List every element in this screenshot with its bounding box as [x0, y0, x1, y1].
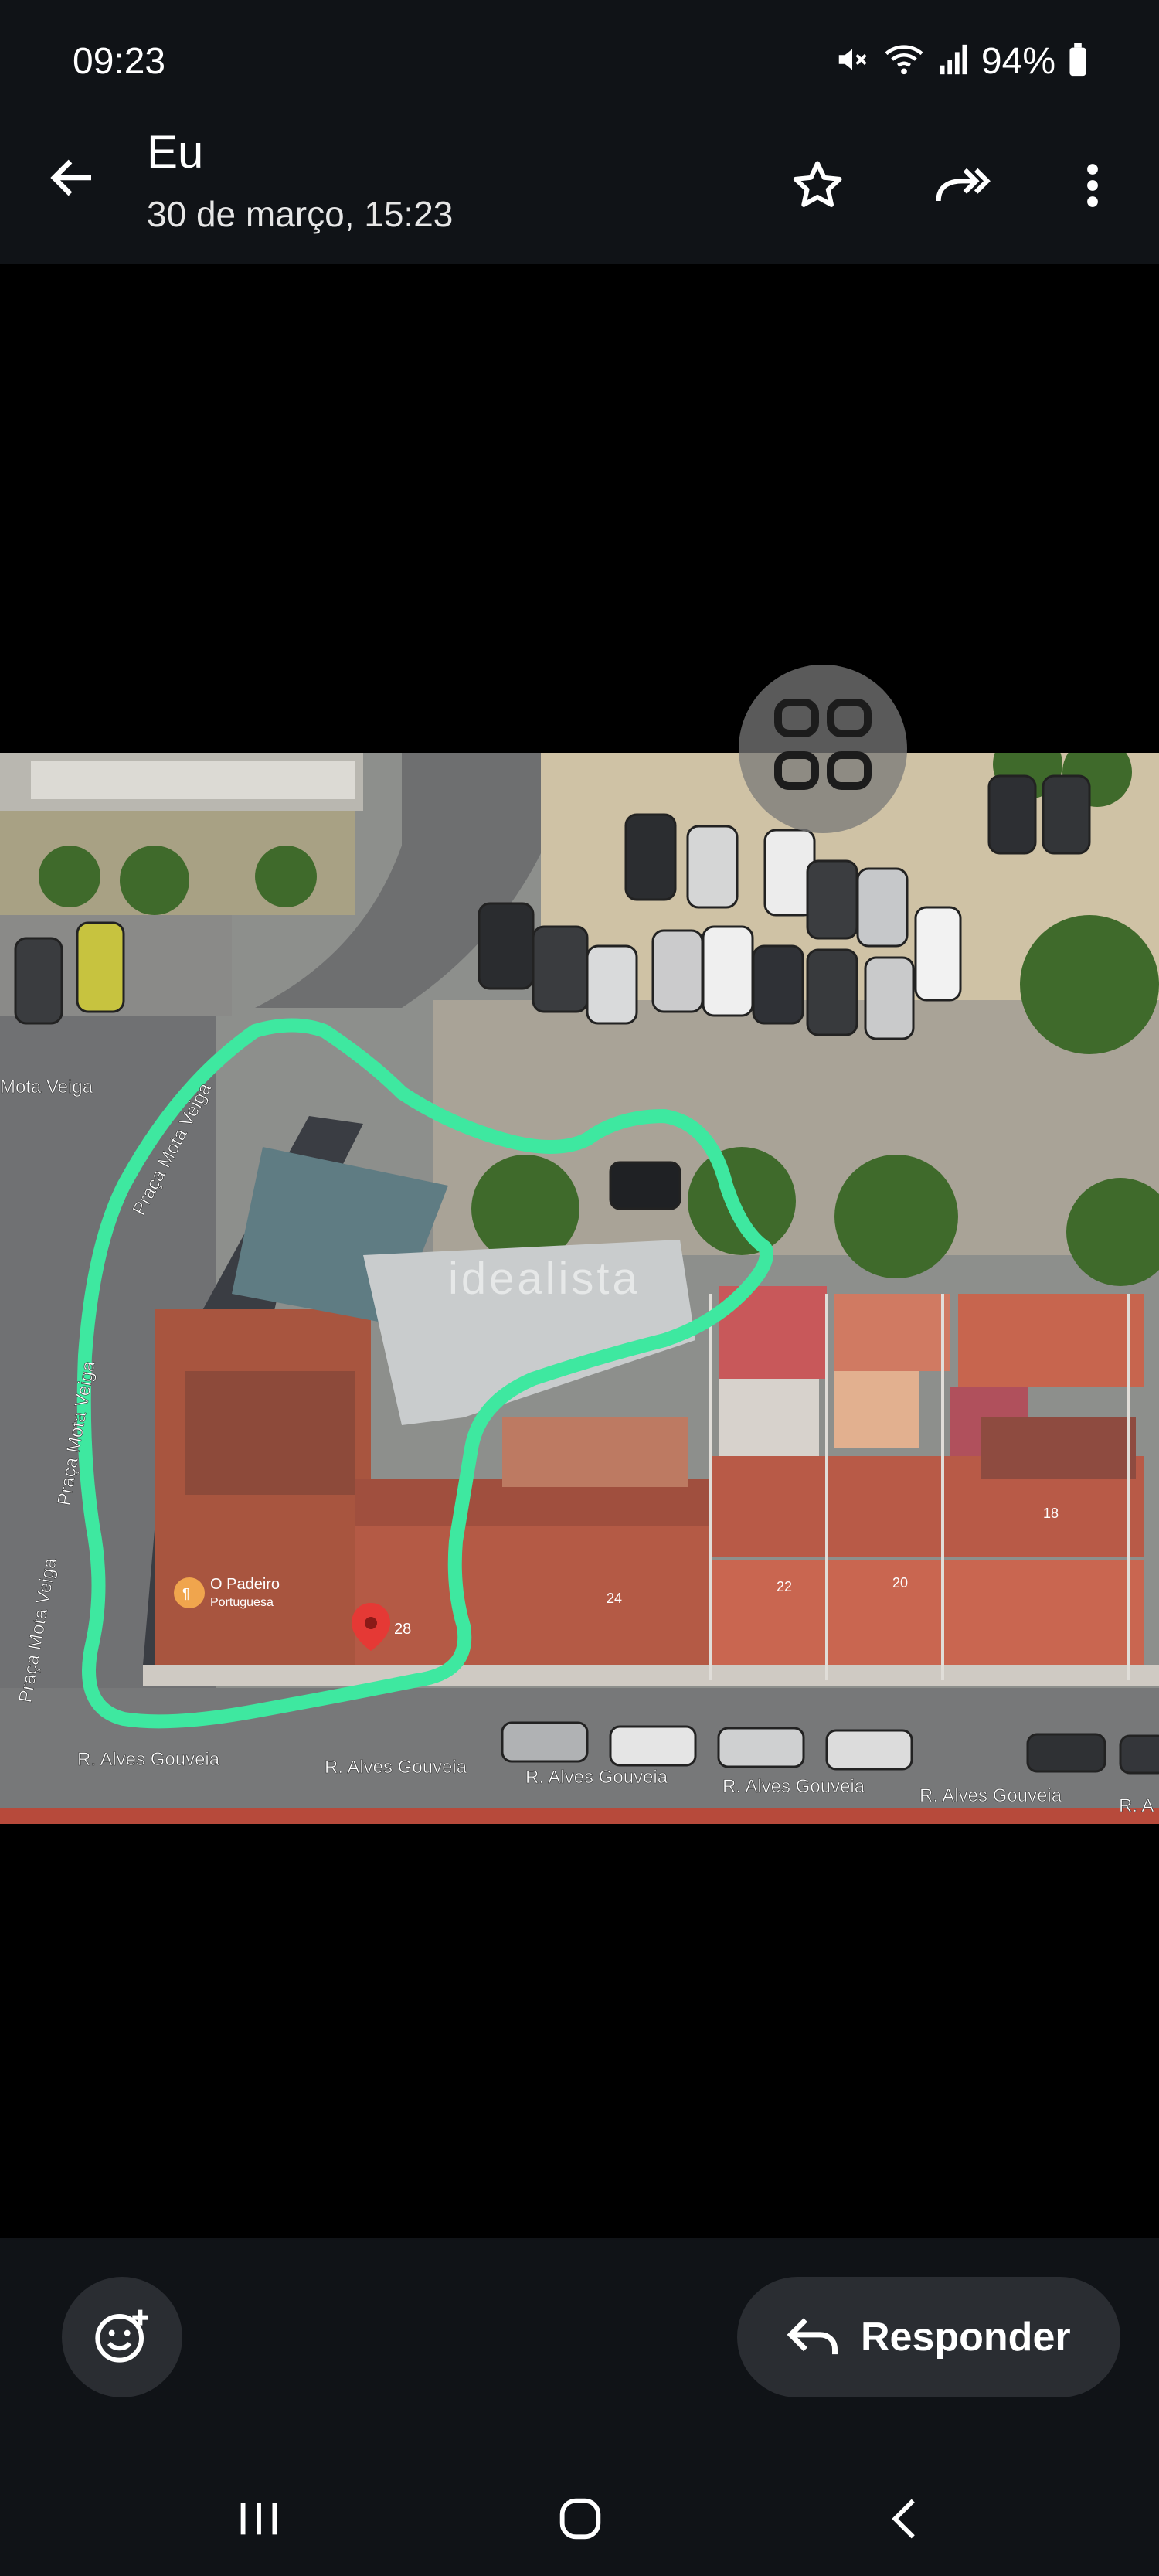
watermark-text: idealista	[448, 1254, 641, 1304]
poi-subtitle: Portuguesa	[210, 1596, 274, 1609]
header: Eu 30 de março, 15:23	[0, 126, 1159, 264]
poi-marker: ¶ O Padeiro Portuguesa	[174, 1576, 280, 1609]
gallery-grid-button[interactable]	[739, 665, 907, 833]
street-label-rua-1: R. Alves Gouveia	[77, 1749, 220, 1770]
pin-number: 28	[394, 1621, 411, 1638]
house-number-20: 20	[892, 1575, 908, 1591]
house-number-24: 24	[607, 1591, 622, 1606]
message-date: 30 de março, 15:23	[147, 194, 454, 234]
star-icon	[790, 158, 845, 217]
street-label-rua-2: R. Alves Gouveia	[325, 1757, 467, 1778]
street-label-rua-3: R. Alves Gouveia	[525, 1767, 668, 1788]
svg-text:¶: ¶	[182, 1586, 190, 1601]
grid-icon	[769, 693, 877, 805]
more-options-button[interactable]	[1060, 155, 1125, 219]
star-button[interactable]	[785, 155, 850, 219]
status-time: 09:23	[73, 41, 166, 82]
signal-icon	[938, 42, 969, 81]
reply-arrow-icon	[783, 2306, 845, 2368]
status-bar: 09:23 94%	[0, 0, 1159, 131]
recents-button[interactable]	[224, 2486, 294, 2555]
status-icons: 94%	[834, 40, 1088, 83]
home-button[interactable]	[546, 2486, 615, 2555]
sender-name: Eu	[147, 126, 204, 178]
back-arrow-icon	[45, 150, 100, 209]
shared-photo[interactable]: idealista 24 22 20 18 ¶ O Padeiro Portug…	[0, 753, 1159, 1824]
forward-icon	[932, 158, 994, 217]
more-vertical-icon	[1065, 158, 1120, 217]
house-number-18: 18	[1043, 1506, 1059, 1521]
poi-name: O Padeiro	[210, 1576, 280, 1593]
street-label-rua-4: R. Alves Gouveia	[722, 1776, 865, 1797]
bottom-area: Responder	[0, 2238, 1159, 2576]
street-label-rua-6: R. A	[1119, 1795, 1154, 1816]
recents-icon	[232, 2492, 286, 2550]
wifi-icon	[882, 42, 926, 81]
battery-percent: 94%	[981, 41, 1055, 82]
mute-icon	[834, 42, 870, 81]
nav-back-icon	[879, 2492, 933, 2550]
reply-button[interactable]: Responder	[737, 2277, 1120, 2397]
home-icon	[553, 2492, 607, 2550]
battery-icon	[1068, 42, 1088, 81]
add-reaction-button[interactable]	[62, 2277, 182, 2397]
system-back-button[interactable]	[872, 2486, 941, 2555]
street-label-mota-veiga: Mota Veiga	[0, 1077, 93, 1097]
back-button[interactable]	[40, 147, 105, 212]
navigation-bar	[0, 2462, 1159, 2576]
emoji-add-icon	[91, 2305, 153, 2370]
house-number-22: 22	[777, 1579, 792, 1594]
street-label-rua-5: R. Alves Gouveia	[919, 1785, 1062, 1806]
reply-label: Responder	[861, 2315, 1071, 2360]
forward-button[interactable]	[930, 155, 995, 219]
